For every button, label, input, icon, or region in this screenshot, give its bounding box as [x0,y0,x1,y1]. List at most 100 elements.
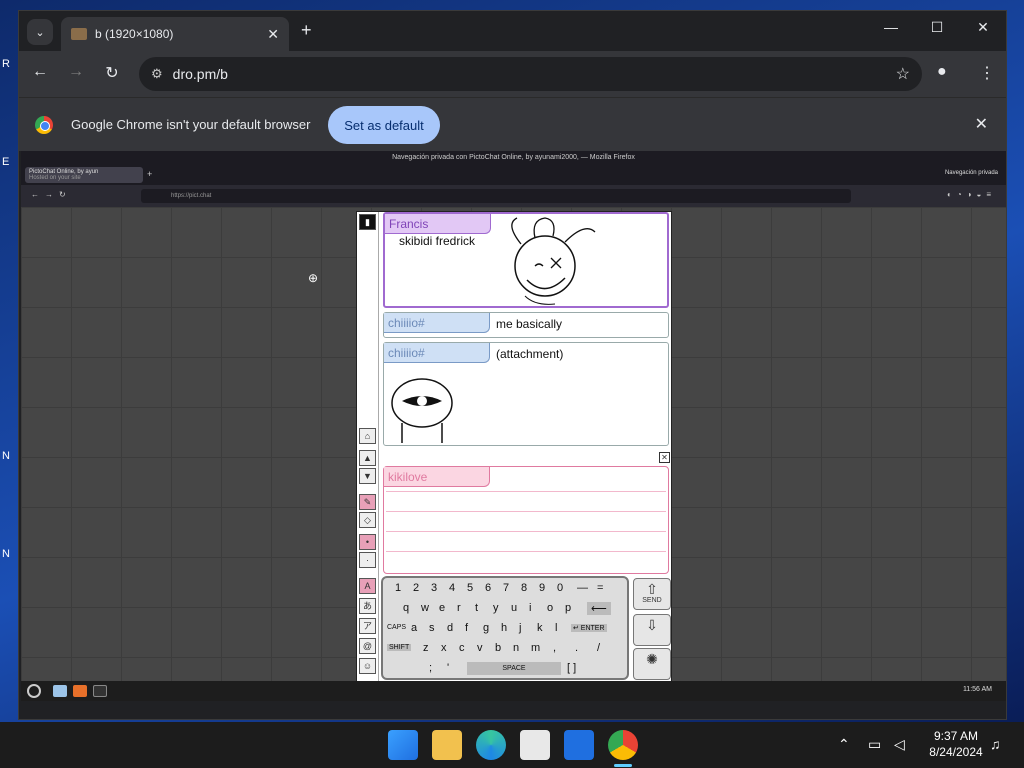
key[interactable]: b [495,642,501,654]
close-chat-button[interactable]: ✕ [659,452,670,463]
network-icon[interactable]: ▭ [868,736,881,753]
key[interactable]: ; [429,662,432,674]
key[interactable]: u [511,602,517,614]
key[interactable]: p [565,602,571,614]
desktop-icon-label[interactable]: N [2,548,18,560]
key[interactable]: a [411,622,417,634]
files-icon[interactable] [53,685,67,697]
key[interactable]: x [441,642,447,654]
keyboard-latin-icon[interactable]: A [359,578,376,594]
key[interactable]: v [477,642,483,654]
firefox-new-tab-icon[interactable]: + [147,169,152,179]
chrome-icon[interactable] [608,730,638,760]
key[interactable]: = [597,582,603,594]
desktop-icon-label[interactable]: N [2,450,18,462]
key[interactable]: i [529,602,531,614]
desktop-icon-label[interactable]: E [2,156,18,168]
notifications-bell-icon[interactable]: ♫ [990,736,1001,752]
key[interactable]: g [483,622,489,634]
keyboard-kana-icon[interactable]: あ [359,598,376,614]
key[interactable]: h [501,622,507,634]
key[interactable]: m [531,642,540,654]
keyboard-emoji-icon[interactable]: ☺ [359,658,376,674]
tab-search-button[interactable]: ⌄ [27,19,53,45]
scroll-up-icon[interactable]: ▲ [359,450,376,466]
key[interactable]: , [553,642,556,654]
infobar-close-icon[interactable]: ✕ [975,114,988,134]
outlook-icon[interactable] [564,730,594,760]
clear-button[interactable]: ✺ [633,648,671,680]
pencil-icon[interactable]: ✎ [359,494,376,510]
firefox-url-bar[interactable]: https://pict.chat [141,189,851,203]
enter-key[interactable]: ↵ ENTER [571,624,607,632]
edge-icon[interactable] [476,730,506,760]
key[interactable]: 0 [557,582,563,594]
firefox-nav-buttons[interactable]: ←→↻ [31,190,72,199]
key[interactable]: r [457,602,461,614]
key[interactable]: 6 [485,582,491,594]
terminal-icon[interactable] [93,685,107,697]
desktop-icon-label[interactable]: R [2,58,18,70]
key[interactable]: s [429,622,435,634]
key[interactable]: 1 [395,582,401,594]
back-button[interactable]: ← [29,63,51,81]
close-window-button[interactable]: ✕ [968,19,998,36]
firefox-toolbar-icons[interactable]: ◐◔◑◒≡ [947,190,996,199]
key[interactable]: e [439,602,445,614]
key[interactable]: y [493,602,499,614]
key[interactable]: 3 [431,582,437,594]
volume-muted-icon[interactable]: ◁ [894,736,905,753]
scroll-down-icon[interactable]: ▼ [359,468,376,484]
menu-kebab-icon[interactable]: ⋮ [979,63,995,83]
browser-tab[interactable]: b (1920×1080) ✕ [61,17,289,51]
close-tab-icon[interactable]: ✕ [267,26,279,43]
site-info-icon[interactable]: ⚙ [151,66,163,82]
key[interactable]: 8 [521,582,527,594]
profile-icon[interactable]: ● [937,63,947,81]
eraser-icon[interactable]: ◇ [359,512,376,528]
show-hidden-icons-icon[interactable]: ⌃ [838,736,850,753]
key[interactable]: c [459,642,465,654]
key[interactable]: n [513,642,519,654]
caps-key[interactable]: CAPS [387,624,406,631]
start-windows-icon[interactable] [388,730,418,760]
key[interactable]: 9 [539,582,545,594]
minimize-button[interactable]: — [876,19,906,35]
key[interactable]: t [475,602,478,614]
bookmark-star-icon[interactable]: ☆ [896,64,910,84]
key[interactable]: k [537,622,543,634]
address-url[interactable]: dro.pm/b [173,66,896,82]
system-clock[interactable]: 9:37 AM 8/24/2024 [924,728,988,760]
linux-menu-icon[interactable] [27,684,41,698]
shift-key[interactable]: SHIFT [387,644,412,651]
key[interactable]: 7 [503,582,509,594]
thin-pen-icon[interactable]: · [359,552,376,568]
key[interactable]: w [421,602,429,614]
thick-pen-icon[interactable]: • [359,534,376,550]
file-explorer-icon[interactable] [432,730,462,760]
space-key[interactable]: SPACE [467,662,561,675]
address-bar[interactable]: ⚙ dro.pm/b ☆ [139,57,922,91]
forward-button[interactable]: → [65,63,87,81]
maximize-button[interactable]: ☐ [922,19,952,36]
message-composer[interactable]: kikilove [383,466,669,574]
new-tab-button[interactable]: + [301,20,312,41]
firefox-tab[interactable]: PictoChat Online, by ayun Hosted on your… [25,167,143,183]
send-button[interactable]: ⇧ SEND [633,578,671,610]
key[interactable]: 4 [449,582,455,594]
key[interactable]: ' [447,662,449,674]
key[interactable]: o [547,602,553,614]
reload-button[interactable]: ↻ [101,63,123,83]
key[interactable]: j [519,622,521,634]
room-icon[interactable]: ⌂ [359,428,376,444]
store-icon[interactable] [520,730,550,760]
copy-button[interactable]: ⇩ [633,614,671,646]
firefox-icon[interactable] [73,685,87,697]
key[interactable]: / [597,642,600,654]
key[interactable]: . [575,642,578,654]
keyboard-katakana-icon[interactable]: ア [359,618,376,634]
backspace-key[interactable]: ⟵ [587,602,611,615]
key[interactable]: z [423,642,429,654]
key[interactable]: — [577,582,588,594]
key[interactable]: f [465,622,468,634]
